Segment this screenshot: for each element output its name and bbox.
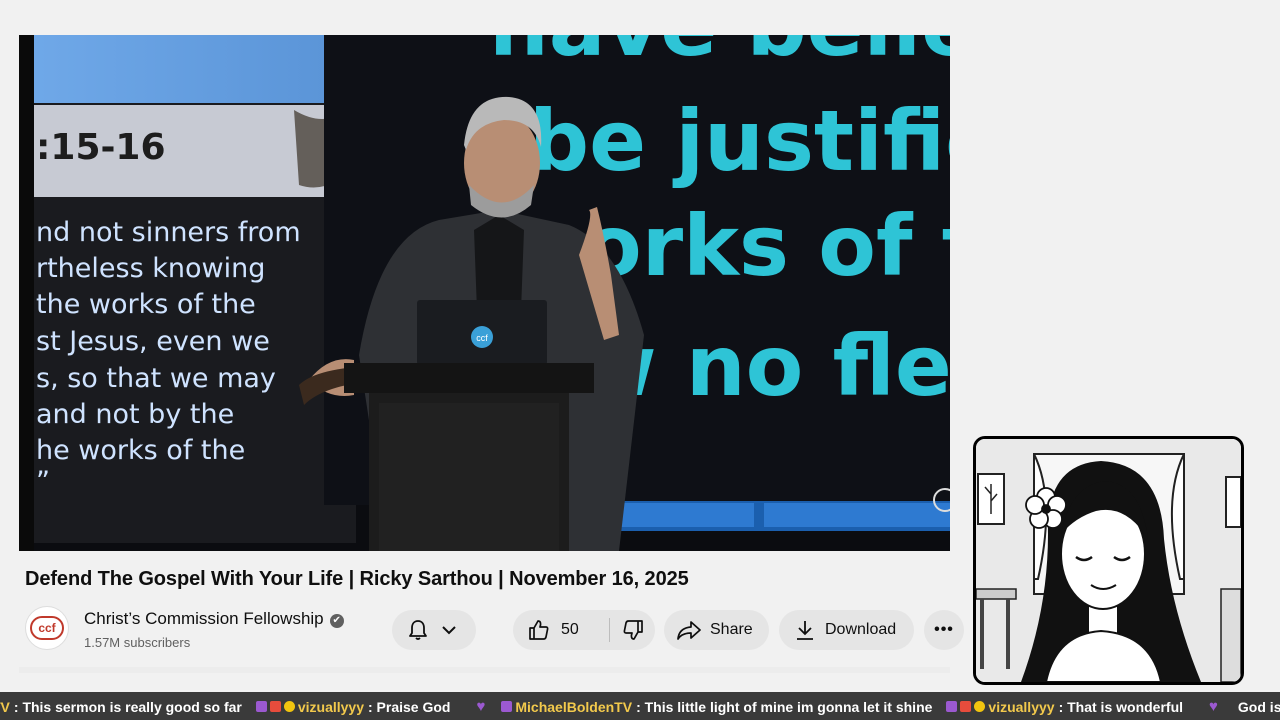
subscriber-count: 1.57M subscribers (84, 635, 191, 650)
thumbs-up-icon (529, 620, 549, 640)
share-button[interactable]: Share (664, 610, 769, 650)
more-actions-button[interactable]: ••• (924, 610, 964, 650)
emoji-badge-icon (283, 701, 295, 712)
heart-icon: ♥ (1209, 698, 1218, 715)
chat-message: TV : This sermon is really good so far (0, 699, 242, 715)
verified-icon: ✔ (329, 614, 344, 628)
slide-line: rtheless knowing (36, 253, 265, 284)
mod-badge-icon (269, 701, 281, 712)
mod-badge-icon (960, 701, 972, 712)
sub-badge-icon (255, 701, 267, 712)
slide-line: he works of the (36, 435, 245, 466)
slide-line: st Jesus, even we (36, 326, 270, 357)
chat-message: vizuallyyy : Praise God (298, 699, 451, 715)
slide-line: orks of th (584, 197, 950, 295)
chat-text: : This little light of mine im gonna let… (636, 698, 933, 715)
chat-message: vizuallyyy : That is wonderful (988, 699, 1183, 715)
bell-icon (409, 620, 427, 640)
sub-badge-icon (946, 701, 958, 712)
sub-badge-icon (501, 701, 513, 712)
more-icon: ••• (934, 621, 954, 638)
channel-name-text: Christ’s Commission Fellowship (84, 609, 324, 628)
slide-line: nd not sinners from (36, 217, 301, 248)
chat-message: MichaelBoldenTV : This little light of m… (515, 699, 932, 715)
channel-row: ccf Christ’s Commission Fellowship ✔ 1.57… (19, 600, 964, 660)
like-button[interactable]: 50 (513, 618, 609, 642)
download-icon (797, 621, 813, 640)
emoji-badge-icon (974, 701, 986, 712)
slide-reference: :15-16 (36, 127, 166, 168)
share-icon (677, 621, 701, 640)
slide-line: be justified (529, 92, 950, 190)
like-count: 50 (561, 621, 579, 638)
chat-text: : This sermon is really good so far (13, 698, 242, 715)
channel-avatar[interactable]: ccf (25, 606, 69, 650)
slide-line: ” (36, 466, 50, 497)
channel-name[interactable]: Christ’s Commission Fellowship ✔ (84, 609, 344, 629)
chat-username: TV (0, 698, 10, 715)
video-frame: have believ be justified orks of th w no… (19, 35, 950, 551)
chat-message: God is smiling (1234, 699, 1280, 715)
chat-username: vizuallyyy (297, 698, 364, 715)
slide-line: s, so that we may (36, 363, 276, 394)
slide-line: have believ (489, 35, 950, 75)
laptop-logo: ccf (476, 333, 488, 343)
chat-ticker: TV : This sermon is really good so far v… (0, 692, 1280, 720)
chevron-down-icon (442, 626, 456, 635)
thumbs-down-icon (623, 620, 643, 640)
share-label: Share (710, 621, 753, 638)
cartoon-girl-illustration (976, 439, 1241, 682)
description-edge (19, 667, 950, 673)
chat-text: God is smiling (1237, 698, 1280, 715)
slide-line: the works of the (36, 289, 256, 320)
video-title: Defend The Gospel With Your Life | Ricky… (25, 568, 689, 590)
chat-text: : That is wonderful (1058, 698, 1184, 715)
avatar-overlay (973, 436, 1244, 685)
channel-logo: ccf (30, 616, 64, 640)
chat-username: vizuallyyy (988, 698, 1055, 715)
video-player[interactable]: have believ be justified orks of th w no… (19, 35, 950, 551)
like-dislike-group: 50 (513, 610, 655, 650)
slide-line: and not by the (36, 399, 234, 430)
chat-username: MichaelBoldenTV (515, 698, 633, 715)
notifications-button[interactable] (392, 610, 476, 650)
download-button[interactable]: Download (779, 610, 914, 650)
chat-text: : Praise God (368, 698, 451, 715)
dislike-button[interactable] (610, 618, 655, 642)
download-label: Download (825, 621, 897, 638)
heart-icon: ♥ (476, 698, 486, 715)
